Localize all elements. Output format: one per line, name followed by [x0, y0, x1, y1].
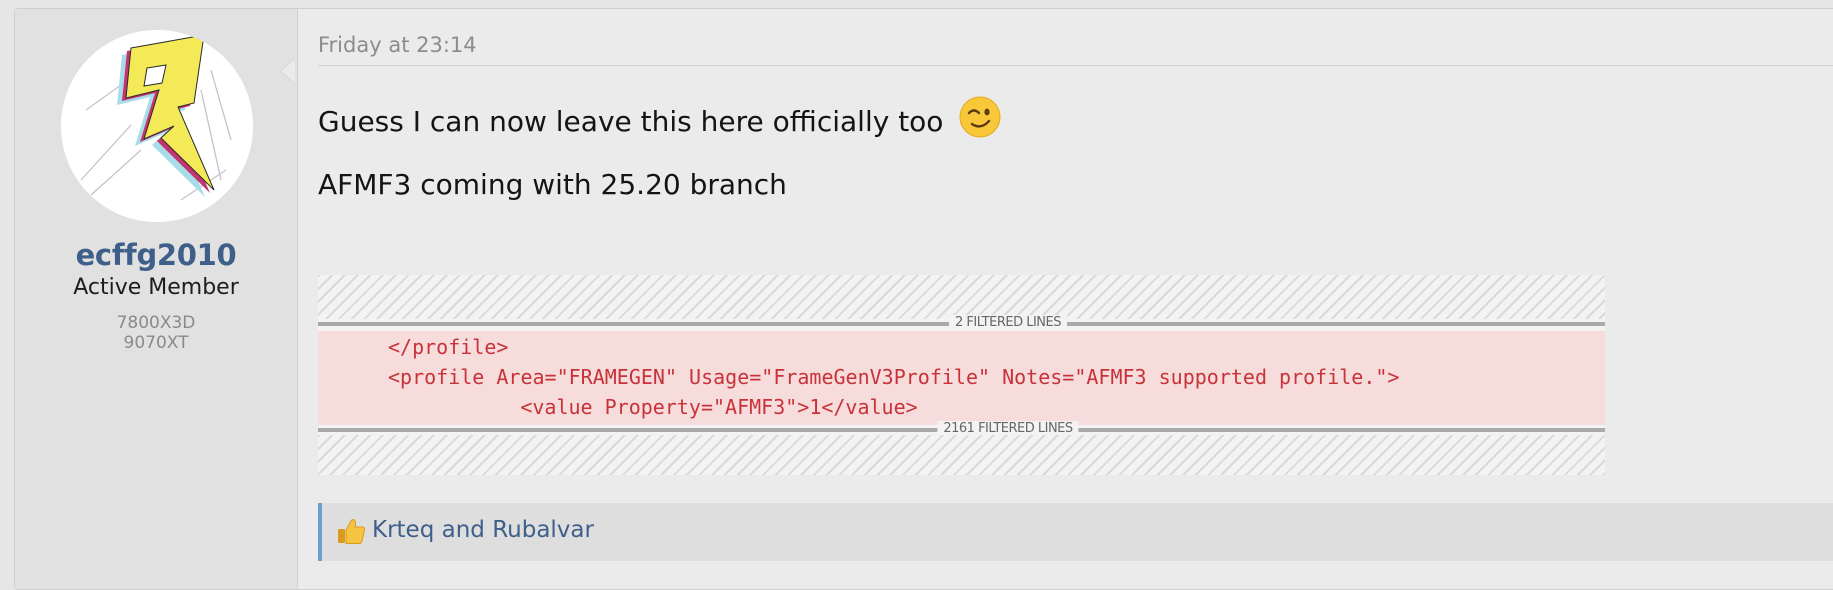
hatch-bottom: [318, 435, 1605, 475]
diff-image[interactable]: 2 FILTERED LINES </profile> <profile Are…: [318, 275, 1605, 475]
avatar[interactable]: [61, 30, 253, 222]
reaction-users-link[interactable]: Krteq and Rubalvar: [372, 517, 594, 543]
post-author-panel: ecffg2010 Active Member 7800X3D 9070XT: [15, 9, 298, 589]
reactions-bar: Krteq and Rubalvar: [318, 503, 1833, 561]
message-text: Guess I can now leave this here official…: [318, 105, 944, 138]
hatch-top: [318, 275, 1605, 319]
code-line-2: <profile Area="FRAMEGEN" Usage="FrameGen…: [388, 365, 1400, 389]
user-title: Active Member: [73, 275, 239, 300]
lightning-logo-icon: [61, 30, 253, 222]
post-date[interactable]: Friday at 23:14: [318, 33, 477, 57]
post-arrow: [281, 59, 295, 83]
user-cpu: 7800X3D: [116, 313, 196, 333]
code-line-3: <value Property="AFMF3">1</value>: [424, 395, 918, 419]
filtered-lines-label-top: 2 FILTERED LINES: [949, 315, 1067, 330]
divider: [318, 65, 1833, 66]
message-line-2: AFMF3 coming with 25.20 branch: [318, 168, 787, 201]
thumbs-up-icon: [338, 519, 366, 544]
message-line-1: Guess I can now leave this here official…: [318, 95, 1002, 139]
code-line-1: </profile>: [388, 335, 509, 359]
post-main: Friday at 23:14 Guess I can now leave th…: [318, 9, 1833, 589]
winking-face-icon: [959, 96, 1001, 138]
forum-post: ecffg2010 Active Member 7800X3D 9070XT F…: [14, 8, 1833, 590]
filtered-lines-label-bottom: 2161 FILTERED LINES: [937, 421, 1079, 436]
username[interactable]: ecffg2010: [15, 238, 297, 272]
code-block: </profile> <profile Area="FRAMEGEN" Usag…: [318, 331, 1605, 425]
user-gpu: 9070XT: [123, 333, 189, 353]
